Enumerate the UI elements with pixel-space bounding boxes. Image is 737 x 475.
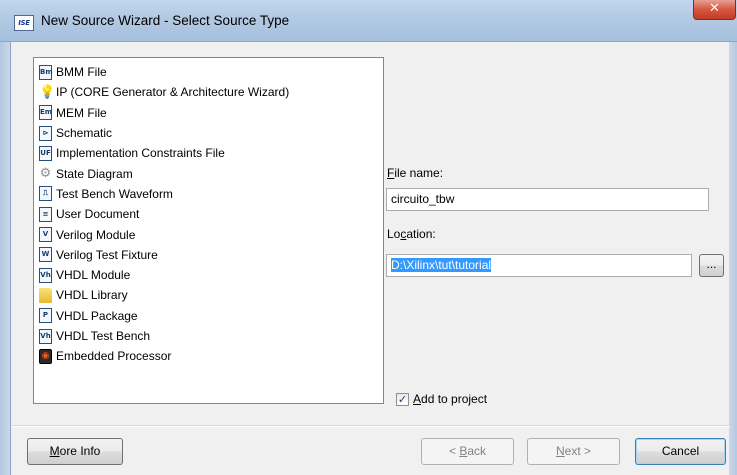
window-title: New Source Wizard - Select Source Type — [41, 13, 290, 28]
source-type-label: VHDL Module — [56, 268, 131, 283]
add-to-project-checkbox[interactable]: ✓ — [396, 393, 409, 406]
location-value: D:\Xilinx\tut\tutorial — [391, 258, 492, 272]
verilog-module-icon: V — [39, 227, 52, 243]
source-type-item[interactable]: ⚙ State Diagram — [34, 163, 383, 183]
title-bar[interactable]: ISE New Source Wizard - Select Source Ty… — [0, 0, 737, 42]
add-to-project-label[interactable]: Add to project — [413, 392, 487, 406]
constraints-file-icon: UF — [39, 145, 52, 161]
source-type-label: BMM File — [56, 65, 107, 80]
source-type-label: User Document — [56, 207, 140, 222]
browse-button[interactable]: ... — [699, 254, 724, 277]
source-type-item[interactable]: Vh VHDL Test Bench — [34, 326, 383, 346]
waveform-icon: ⎍ — [39, 186, 52, 202]
source-type-label: MEM File — [56, 105, 107, 120]
next-button[interactable]: Next > — [527, 438, 620, 465]
source-type-label: VHDL Package — [56, 308, 138, 323]
source-type-label: Embedded Processor — [56, 349, 172, 364]
source-type-item[interactable]: P VHDL Package — [34, 306, 383, 326]
dialog-body: Bm BMM File 💡 IP (CORE Generator & Architec… — [10, 42, 730, 475]
vhdl-test-bench-icon: Vh — [39, 328, 52, 344]
source-type-item[interactable]: V Verilog Module — [34, 224, 383, 244]
mem-file-icon: Em — [39, 105, 52, 121]
more-info-button[interactable]: More Info — [27, 438, 123, 465]
user-document-icon: ≡ — [39, 206, 52, 222]
source-type-item[interactable]: ⎍ Test Bench Waveform — [34, 184, 383, 204]
source-type-item[interactable]: Em MEM File — [34, 103, 383, 123]
source-type-item[interactable]: ⊳ Schematic — [34, 123, 383, 143]
close-button[interactable]: ✕ — [693, 0, 736, 20]
source-type-item[interactable]: ◉ Embedded Processor — [34, 346, 383, 366]
source-type-label: IP (CORE Generator & Architecture Wizard… — [56, 85, 290, 100]
source-type-item[interactable]: Vh VHDL Module — [34, 265, 383, 285]
source-type-label: Implementation Constraints File — [56, 146, 225, 161]
window-frame-left — [0, 42, 10, 475]
source-type-label: Test Bench Waveform — [56, 186, 173, 201]
back-button[interactable]: < Back — [421, 438, 514, 465]
source-type-label: Schematic — [56, 126, 113, 141]
source-type-label: VHDL Library — [56, 288, 128, 303]
ip-core-bulb-icon: 💡 — [39, 84, 56, 100]
source-type-item[interactable]: Bm BMM File — [34, 62, 383, 82]
vhdl-library-folder-icon — [39, 287, 52, 303]
state-diagram-gears-icon: ⚙ — [39, 166, 52, 182]
source-type-label: Verilog Test Fixture — [56, 247, 158, 262]
file-name-label: File name: — [387, 166, 444, 180]
ise-app-icon: ISE — [14, 15, 34, 31]
source-type-item[interactable]: ≡ User Document — [34, 204, 383, 224]
embedded-processor-icon: ◉ — [39, 348, 52, 364]
source-type-list[interactable]: Bm BMM File 💡 IP (CORE Generator & Architec… — [33, 57, 384, 404]
source-type-item[interactable]: W Verilog Test Fixture — [34, 245, 383, 265]
file-name-value: circuito_tbw — [391, 192, 455, 206]
source-type-label: VHDL Test Bench — [56, 329, 151, 343]
source-type-item[interactable]: UF Implementation Constraints File — [34, 143, 383, 163]
location-label: Location: — [387, 227, 436, 241]
button-row-separator — [11, 425, 730, 427]
source-type-label: Verilog Module — [56, 227, 136, 242]
bmm-file-icon: Bm — [39, 64, 53, 80]
source-type-label: State Diagram — [56, 166, 133, 181]
schematic-icon: ⊳ — [39, 125, 52, 141]
cancel-button[interactable]: Cancel — [635, 438, 726, 465]
source-type-item[interactable]: VHDL Library — [34, 285, 383, 305]
file-name-input[interactable]: circuito_tbw — [386, 188, 709, 211]
verilog-test-fixture-icon: W — [39, 247, 52, 263]
source-type-item[interactable]: 💡 IP (CORE Generator & Architecture Wizar… — [34, 82, 383, 102]
location-input[interactable]: D:\Xilinx\tut\tutorial — [386, 254, 692, 277]
vhdl-module-icon: Vh — [39, 267, 52, 283]
window-frame-right — [729, 42, 737, 475]
vhdl-package-icon: P — [39, 308, 52, 324]
